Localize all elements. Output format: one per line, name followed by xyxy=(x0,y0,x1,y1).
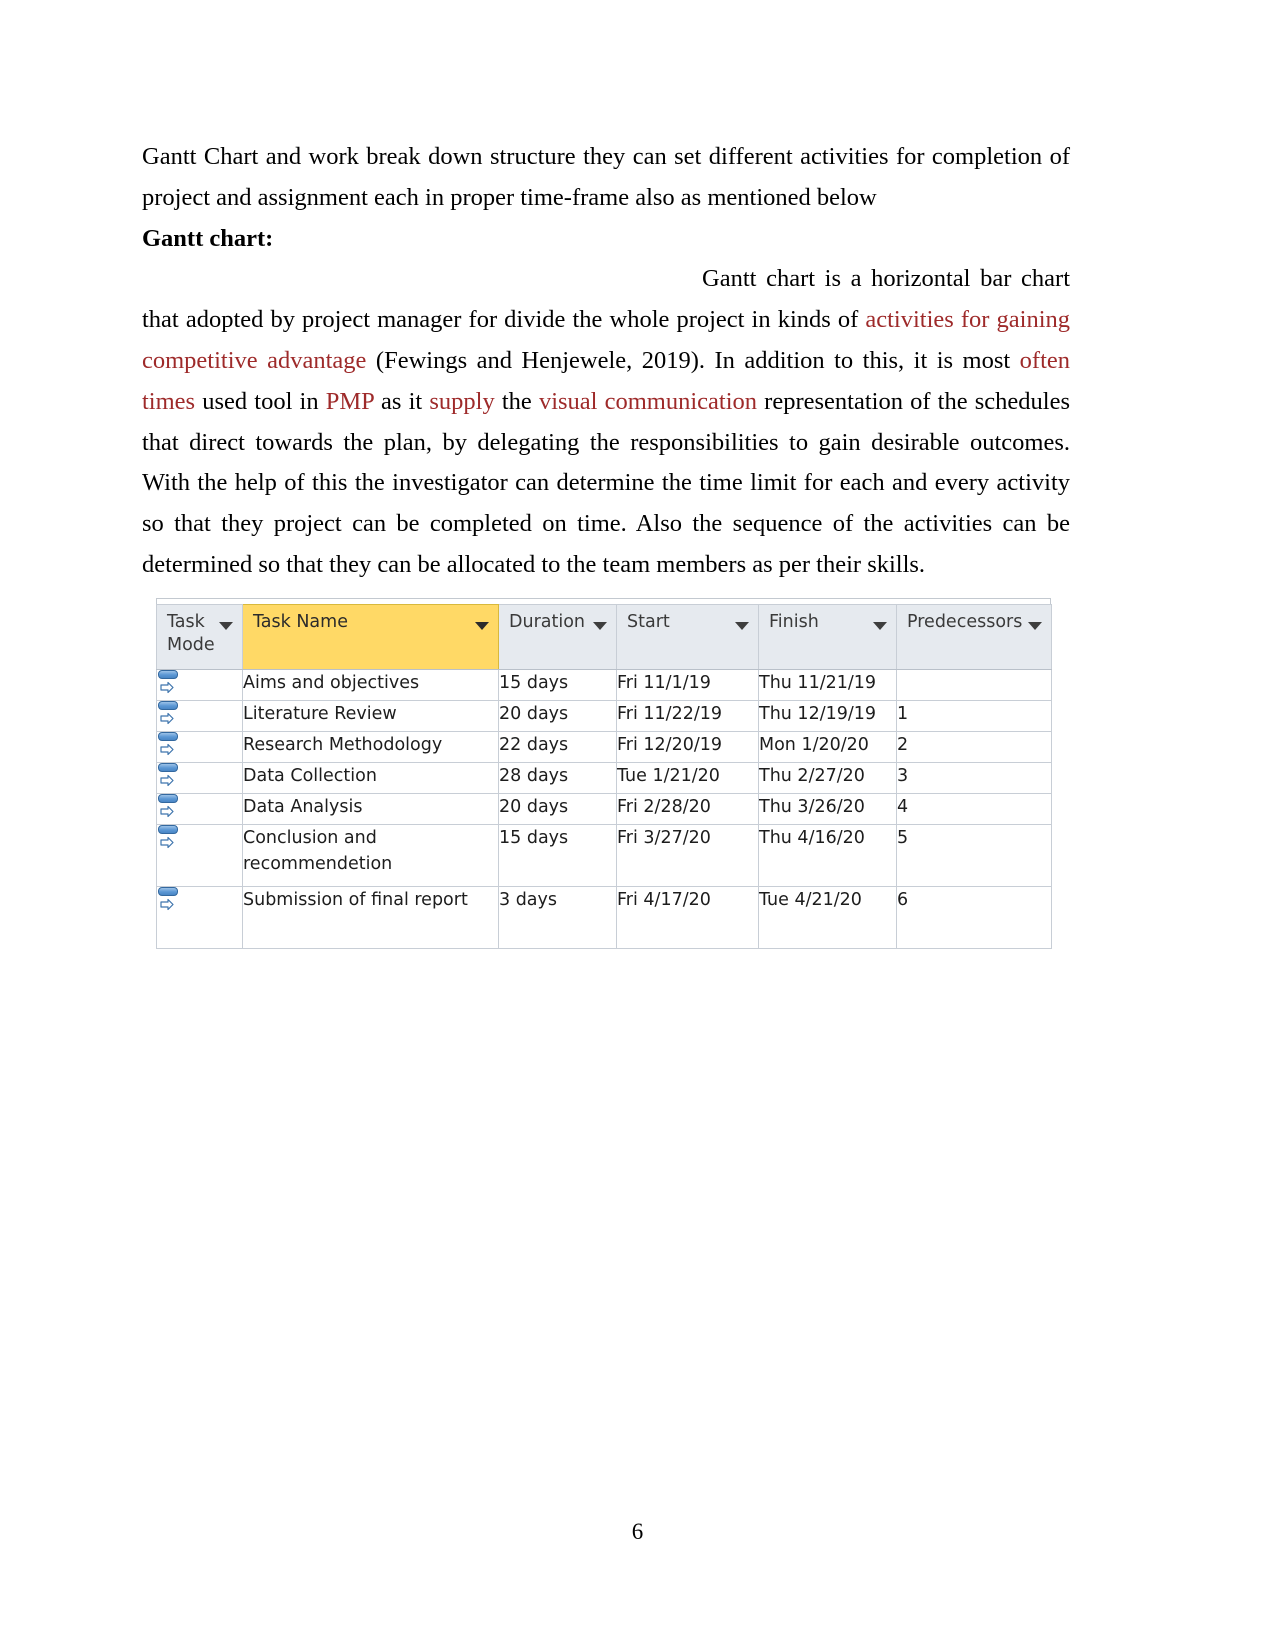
column-header-start[interactable]: Start xyxy=(616,604,759,670)
filter-dropdown-icon[interactable] xyxy=(219,622,233,630)
column-header-task-name-label: Task Name xyxy=(253,612,348,632)
cell-predecessors[interactable]: 5 xyxy=(896,824,1052,887)
cell-start[interactable]: Fri 3/27/20 xyxy=(616,824,759,887)
filter-dropdown-icon[interactable] xyxy=(735,622,749,630)
table-header-row: Task Mode Task Name Duration Start Finis… xyxy=(156,604,1052,670)
cell-task-name[interactable]: Research Methodology xyxy=(242,731,499,763)
cell-duration[interactable]: 15 days xyxy=(498,824,617,887)
auto-scheduled-icon xyxy=(157,701,183,728)
table-row[interactable]: Conclusion and recommendetion 15 days Fr… xyxy=(156,824,1052,887)
auto-scheduled-icon xyxy=(157,825,183,852)
paragraph-highlight-supply: supply xyxy=(429,387,495,415)
cell-finish[interactable]: Tue 4/21/20 xyxy=(758,886,897,949)
auto-scheduled-icon xyxy=(157,763,183,790)
page-number: 6 xyxy=(631,1519,644,1544)
paragraph-lead-in: Gantt chart is a xyxy=(702,265,862,293)
column-header-predecessors-label: Predecessors xyxy=(907,612,1023,632)
cell-task-name[interactable]: Submission of final report xyxy=(242,886,499,949)
intro-paragraph: Gantt Chart and work break down structur… xyxy=(142,143,1070,211)
cell-start[interactable]: Fri 11/1/19 xyxy=(616,669,759,701)
cell-start[interactable]: Fri 12/20/19 xyxy=(616,731,759,763)
cell-duration[interactable]: 28 days xyxy=(498,762,617,794)
cell-task-mode[interactable] xyxy=(156,793,243,825)
auto-scheduled-icon xyxy=(157,670,183,697)
auto-scheduled-icon xyxy=(157,887,183,914)
filter-dropdown-icon[interactable] xyxy=(873,622,887,630)
column-header-predecessors[interactable]: Predecessors xyxy=(896,604,1052,670)
cell-task-name[interactable]: Conclusion and recommendetion xyxy=(242,824,499,887)
cell-task-mode[interactable] xyxy=(156,824,243,887)
cell-duration[interactable]: 20 days xyxy=(498,793,617,825)
column-header-start-label: Start xyxy=(627,612,670,632)
section-heading-gantt-chart: Gantt chart: xyxy=(142,224,274,252)
cell-finish[interactable]: Mon 1/20/20 xyxy=(758,731,897,763)
table-row[interactable]: Data Analysis 20 days Fri 2/28/20 Thu 3/… xyxy=(156,793,1052,825)
column-header-task-name[interactable]: Task Name xyxy=(242,604,499,670)
cell-task-name[interactable]: Literature Review xyxy=(242,700,499,732)
cell-task-mode[interactable] xyxy=(156,700,243,732)
document-body: Gantt Chart and work break down structur… xyxy=(142,137,1070,586)
cell-task-mode[interactable] xyxy=(156,731,243,763)
document-page: Gantt Chart and work break down structur… xyxy=(0,0,1275,1651)
column-header-task-mode[interactable]: Task Mode xyxy=(156,604,243,670)
cell-duration[interactable]: 15 days xyxy=(498,669,617,701)
paragraph-highlight-pmp: PMP xyxy=(325,387,374,415)
table-row[interactable]: Literature Review 20 days Fri 11/22/19 T… xyxy=(156,700,1052,732)
cell-duration[interactable]: 3 days xyxy=(498,886,617,949)
column-header-task-mode-label: Task Mode xyxy=(167,612,215,655)
paragraph-text-6: representation of the schedules that dir… xyxy=(142,387,1070,578)
cell-finish[interactable]: Thu 2/27/20 xyxy=(758,762,897,794)
paragraph-text-5: the xyxy=(494,387,539,415)
cell-task-mode[interactable] xyxy=(156,886,243,949)
cell-predecessors[interactable]: 3 xyxy=(896,762,1052,794)
paragraph-text-2: (Fewings and Henjewele, 2019). In additi… xyxy=(366,346,1020,374)
cell-task-mode[interactable] xyxy=(156,669,243,701)
gantt-task-table-image: Task Mode Task Name Duration Start Finis… xyxy=(156,598,1052,949)
table-body: Aims and objectives 15 days Fri 11/1/19 … xyxy=(156,669,1052,949)
cell-duration[interactable]: 20 days xyxy=(498,700,617,732)
cell-predecessors[interactable]: 1 xyxy=(896,700,1052,732)
main-paragraph: Gantt chart is a horizontal bar chart th… xyxy=(142,259,1070,585)
cell-start[interactable]: Fri 11/22/19 xyxy=(616,700,759,732)
cell-finish[interactable]: Thu 12/19/19 xyxy=(758,700,897,732)
gantt-task-table: Task Mode Task Name Duration Start Finis… xyxy=(156,604,1052,949)
cell-task-mode[interactable] xyxy=(156,762,243,794)
cell-task-name[interactable]: Data Collection xyxy=(242,762,499,794)
cell-duration[interactable]: 22 days xyxy=(498,731,617,763)
cell-start[interactable]: Tue 1/21/20 xyxy=(616,762,759,794)
cell-predecessors[interactable]: 2 xyxy=(896,731,1052,763)
filter-dropdown-icon[interactable] xyxy=(593,622,607,630)
table-row[interactable]: Data Collection 28 days Tue 1/21/20 Thu … xyxy=(156,762,1052,794)
cell-start[interactable]: Fri 2/28/20 xyxy=(616,793,759,825)
cell-start[interactable]: Fri 4/17/20 xyxy=(616,886,759,949)
filter-dropdown-icon[interactable] xyxy=(1028,622,1042,630)
auto-scheduled-icon xyxy=(157,794,183,821)
auto-scheduled-icon xyxy=(157,732,183,759)
cell-finish[interactable]: Thu 3/26/20 xyxy=(758,793,897,825)
cell-predecessors[interactable]: 4 xyxy=(896,793,1052,825)
cell-task-name[interactable]: Aims and objectives xyxy=(242,669,499,701)
paragraph-text-3: used tool in xyxy=(195,387,326,415)
column-header-finish-label: Finish xyxy=(769,612,819,632)
table-row[interactable]: Submission of final report 3 days Fri 4/… xyxy=(156,886,1052,949)
table-row[interactable]: Research Methodology 22 days Fri 12/20/1… xyxy=(156,731,1052,763)
cell-task-name[interactable]: Data Analysis xyxy=(242,793,499,825)
paragraph-text-4: as it xyxy=(373,387,430,415)
paragraph-highlight-visual-communication: visual communication xyxy=(538,387,758,415)
table-row[interactable]: Aims and objectives 15 days Fri 11/1/19 … xyxy=(156,669,1052,701)
cell-predecessors[interactable]: 6 xyxy=(896,886,1052,949)
filter-dropdown-icon[interactable] xyxy=(475,622,489,630)
cell-finish[interactable]: Thu 11/21/19 xyxy=(758,669,897,701)
column-header-duration-label: Duration xyxy=(509,612,586,632)
column-header-finish[interactable]: Finish xyxy=(758,604,897,670)
cell-finish[interactable]: Thu 4/16/20 xyxy=(758,824,897,887)
column-header-duration[interactable]: Duration xyxy=(498,604,617,670)
cell-predecessors[interactable] xyxy=(896,669,1052,701)
